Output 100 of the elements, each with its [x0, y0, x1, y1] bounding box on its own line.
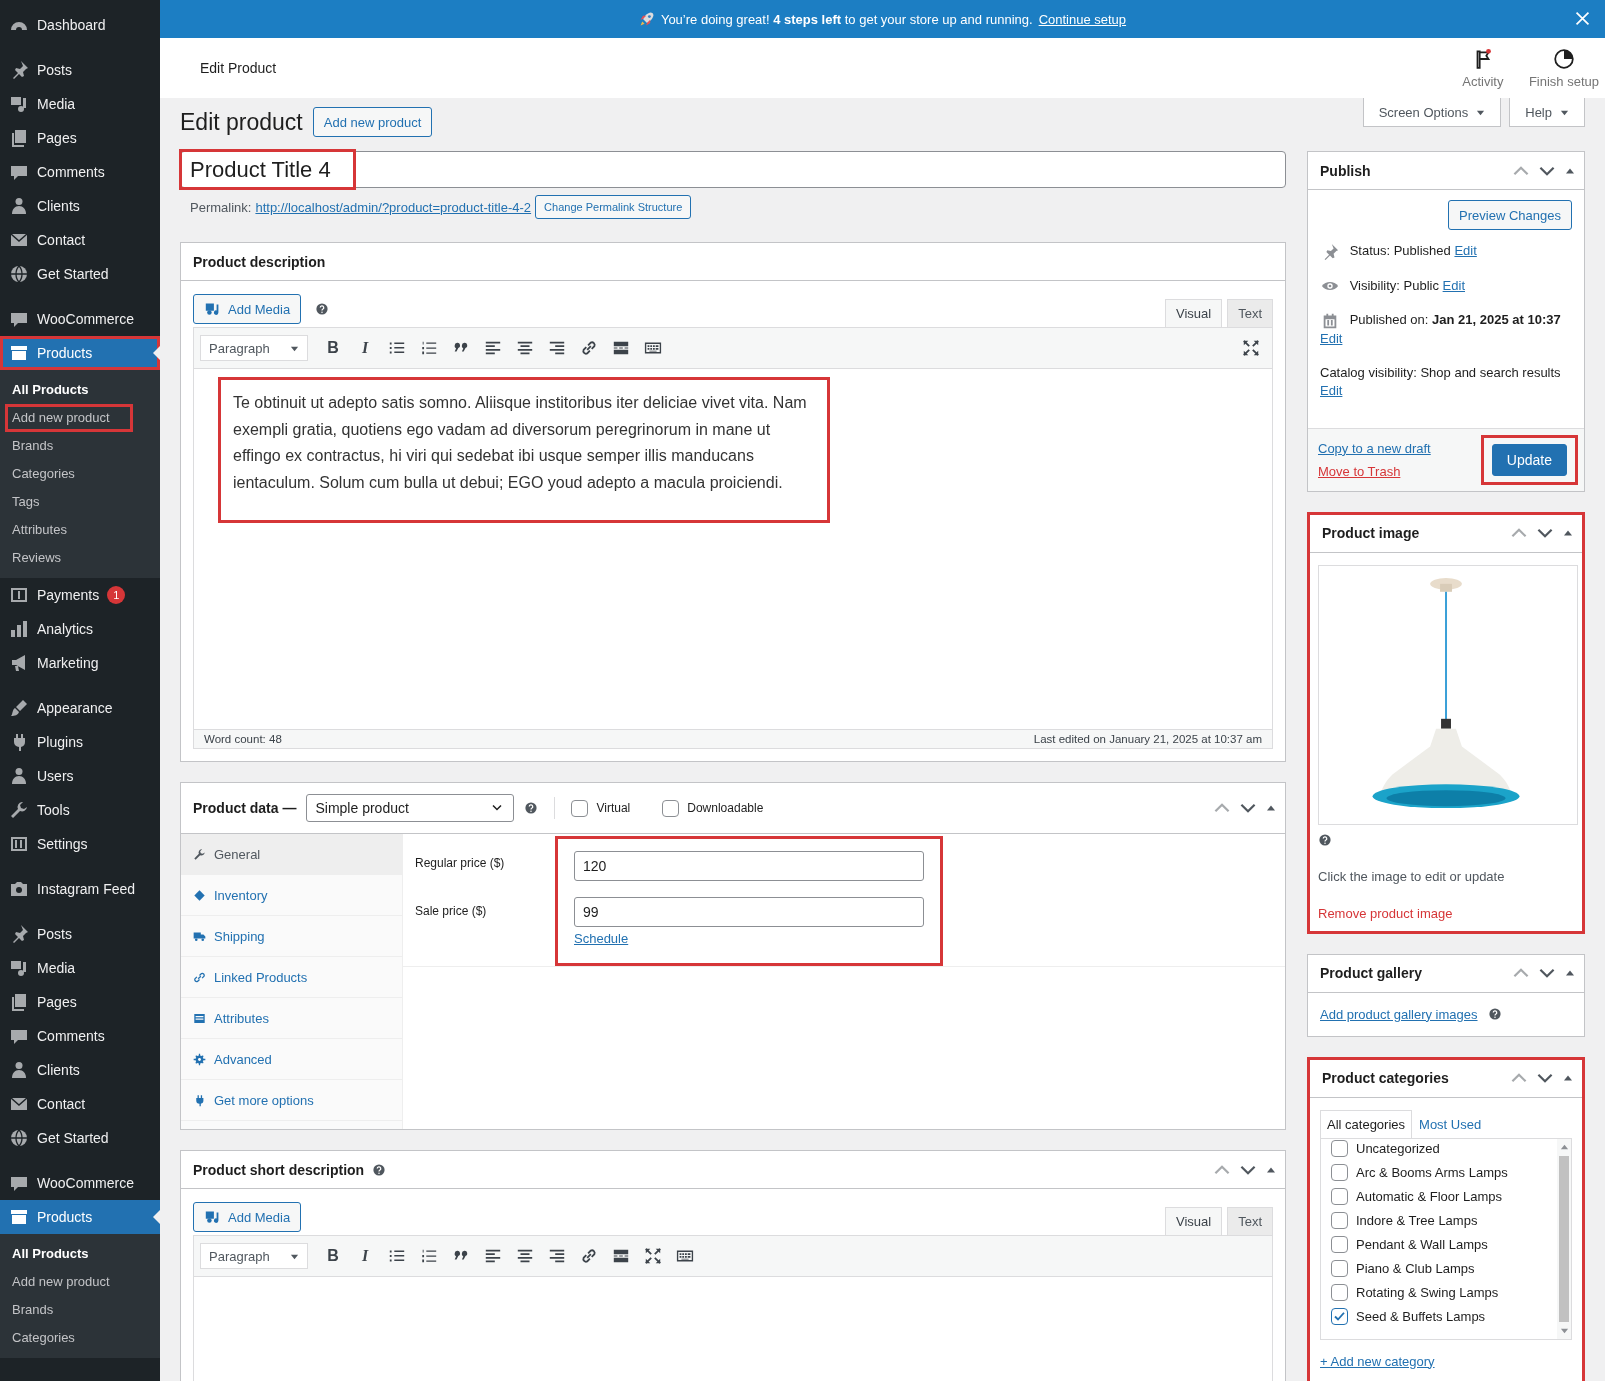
bold-button[interactable]: B: [318, 1241, 348, 1271]
edit-link[interactable]: Edit: [1320, 330, 1343, 346]
add-new-product-button[interactable]: Add new product: [312, 107, 433, 137]
edit-link[interactable]: Edit: [1454, 243, 1477, 258]
submenu-item[interactable]: Tags: [0, 488, 160, 516]
help-icon[interactable]: [524, 801, 539, 815]
sidebar-item[interactable]: Contact: [0, 1087, 160, 1121]
category-checkbox[interactable]: Piano & Club Lamps: [1331, 1258, 1525, 1278]
submenu-item[interactable]: Brands: [0, 1296, 160, 1324]
sidebar-item[interactable]: Products: [0, 1200, 160, 1234]
remove-image-link[interactable]: Remove product image: [1318, 905, 1453, 921]
product-data-tab[interactable]: Attributes: [181, 998, 402, 1039]
title-field[interactable]: Product Title 4: [180, 151, 1286, 188]
submenu-item[interactable]: All Products: [0, 1240, 160, 1268]
bold-button[interactable]: B: [318, 333, 348, 363]
sidebar-item[interactable]: Media: [0, 87, 160, 121]
editor-tab[interactable]: Visual: [1164, 1207, 1223, 1235]
sidebar-item[interactable]: Comments: [0, 1019, 160, 1053]
copy-draft-link[interactable]: Copy to a new draft: [1318, 440, 1431, 456]
editor-tab[interactable]: Text: [1227, 299, 1273, 327]
update-button[interactable]: Update: [1491, 443, 1567, 476]
sidebar-item[interactable]: Appearance: [0, 691, 160, 725]
product-data-tab[interactable]: Get more options: [181, 1080, 402, 1121]
category-checkbox[interactable]: Uncategorized: [1331, 1138, 1525, 1158]
submenu-item[interactable]: Add new product: [0, 1268, 160, 1296]
submenu-item[interactable]: Add new product: [5, 404, 133, 432]
submenu-item[interactable]: Categories: [0, 1324, 160, 1352]
submenu-item[interactable]: Attributes: [0, 516, 160, 544]
editor-tab[interactable]: Visual: [1164, 299, 1223, 327]
sidebar-item[interactable]: Payments 1: [0, 578, 160, 612]
product-data-tab[interactable]: General: [181, 834, 402, 875]
italic-button[interactable]: I: [350, 1241, 380, 1271]
help-icon[interactable]: [372, 1162, 387, 1177]
help-icon[interactable]: [1318, 832, 1332, 847]
preview-changes-button[interactable]: Preview Changes: [1448, 200, 1572, 230]
submenu-item[interactable]: Reviews: [0, 544, 160, 572]
submenu-item[interactable]: All Products: [0, 376, 160, 404]
sidebar-item[interactable]: Products: [0, 336, 160, 370]
sidebar-item[interactable]: Marketing: [0, 646, 160, 680]
editor-tab[interactable]: Text: [1227, 1207, 1273, 1235]
category-tab[interactable]: All categories: [1320, 1109, 1413, 1138]
sidebar-item[interactable]: WooCommerce: [0, 1166, 160, 1200]
continue-setup-link[interactable]: Continue setup: [1038, 11, 1127, 27]
category-checkbox[interactable]: Indore & Tree Lamps: [1331, 1210, 1525, 1230]
format-select[interactable]: Paragraph: [200, 335, 308, 361]
sidebar-item[interactable]: Posts: [0, 917, 160, 951]
product-data-tab[interactable]: Linked Products: [181, 957, 402, 998]
trash-link[interactable]: Move to Trash: [1318, 463, 1401, 479]
add-media-button[interactable]: Add Media: [193, 294, 302, 324]
close-icon[interactable]: [1574, 10, 1591, 27]
product-type-select[interactable]: Simple product: [306, 794, 515, 822]
add-category-link[interactable]: + Add new category: [1320, 1353, 1435, 1369]
edit-link[interactable]: Edit: [1442, 277, 1465, 293]
sidebar-item[interactable]: Get Started: [0, 257, 160, 291]
header-action-button[interactable]: Activity: [1442, 38, 1523, 98]
add-media-button[interactable]: Add Media: [193, 1202, 302, 1232]
category-checkbox[interactable]: Automatic & Floor Lamps: [1331, 1186, 1525, 1206]
submenu-item[interactable]: Brands: [0, 432, 160, 460]
sidebar-item[interactable]: Comments: [0, 155, 160, 189]
sidebar-item[interactable]: Contact: [0, 223, 160, 257]
screen-tab[interactable]: Help: [1509, 98, 1585, 127]
option-checkbox[interactable]: Downloadable: [662, 799, 764, 817]
permalink-link[interactable]: http://localhost/admin/?product=product-title-4-2: [255, 199, 532, 215]
screen-tab[interactable]: Screen Options: [1362, 98, 1502, 127]
help-icon[interactable]: [1487, 1007, 1502, 1022]
sidebar-item[interactable]: Analytics: [0, 612, 160, 646]
sidebar-item[interactable]: Tools: [0, 793, 160, 827]
schedule-link[interactable]: Schedule: [574, 931, 629, 946]
add-gallery-link[interactable]: Add product gallery images: [1320, 1006, 1478, 1022]
option-checkbox[interactable]: Virtual: [571, 799, 631, 817]
sidebar-item[interactable]: Media: [0, 951, 160, 985]
sidebar-item[interactable]: Instagram Feed: [0, 872, 160, 906]
scroll-up-icon[interactable]: [1559, 1142, 1569, 1152]
sidebar-item[interactable]: Pages: [0, 985, 160, 1019]
change-permalink-button[interactable]: Change Permalink Structure: [535, 195, 692, 219]
product-data-tab[interactable]: Inventory: [181, 875, 402, 916]
sidebar-item[interactable]: Settings: [0, 827, 160, 861]
help-icon[interactable]: [315, 302, 330, 316]
format-select[interactable]: Paragraph: [200, 1243, 308, 1269]
product-data-tab[interactable]: Shipping: [181, 916, 402, 957]
sidebar-item[interactable]: Dashboard: [0, 8, 160, 42]
category-checkbox[interactable]: Rotating & Swing Lamps: [1331, 1282, 1525, 1302]
italic-button[interactable]: I: [350, 333, 380, 363]
sidebar-item[interactable]: Plugins: [0, 725, 160, 759]
price-field[interactable]: 99: [574, 897, 924, 927]
category-checkbox[interactable]: Seed & Buffets Lamps: [1331, 1306, 1525, 1326]
category-checkbox[interactable]: Arc & Booms Arms Lamps: [1331, 1162, 1525, 1182]
sidebar-item[interactable]: Clients: [0, 189, 160, 223]
scrollbar[interactable]: [1557, 1138, 1571, 1339]
sidebar-item[interactable]: Pages: [0, 121, 160, 155]
sidebar-item[interactable]: WooCommerce: [0, 302, 160, 336]
price-field[interactable]: 120: [574, 851, 924, 881]
product-data-tab[interactable]: Advanced: [181, 1039, 402, 1080]
category-checkbox[interactable]: Pendant & Wall Lamps: [1331, 1234, 1525, 1254]
sidebar-item[interactable]: Get Started: [0, 1121, 160, 1155]
edit-link[interactable]: Edit: [1320, 382, 1343, 398]
submenu-item[interactable]: Categories: [0, 460, 160, 488]
sidebar-item[interactable]: Clients: [0, 1053, 160, 1087]
sidebar-item[interactable]: Posts: [0, 53, 160, 87]
sidebar-item[interactable]: Users: [0, 759, 160, 793]
